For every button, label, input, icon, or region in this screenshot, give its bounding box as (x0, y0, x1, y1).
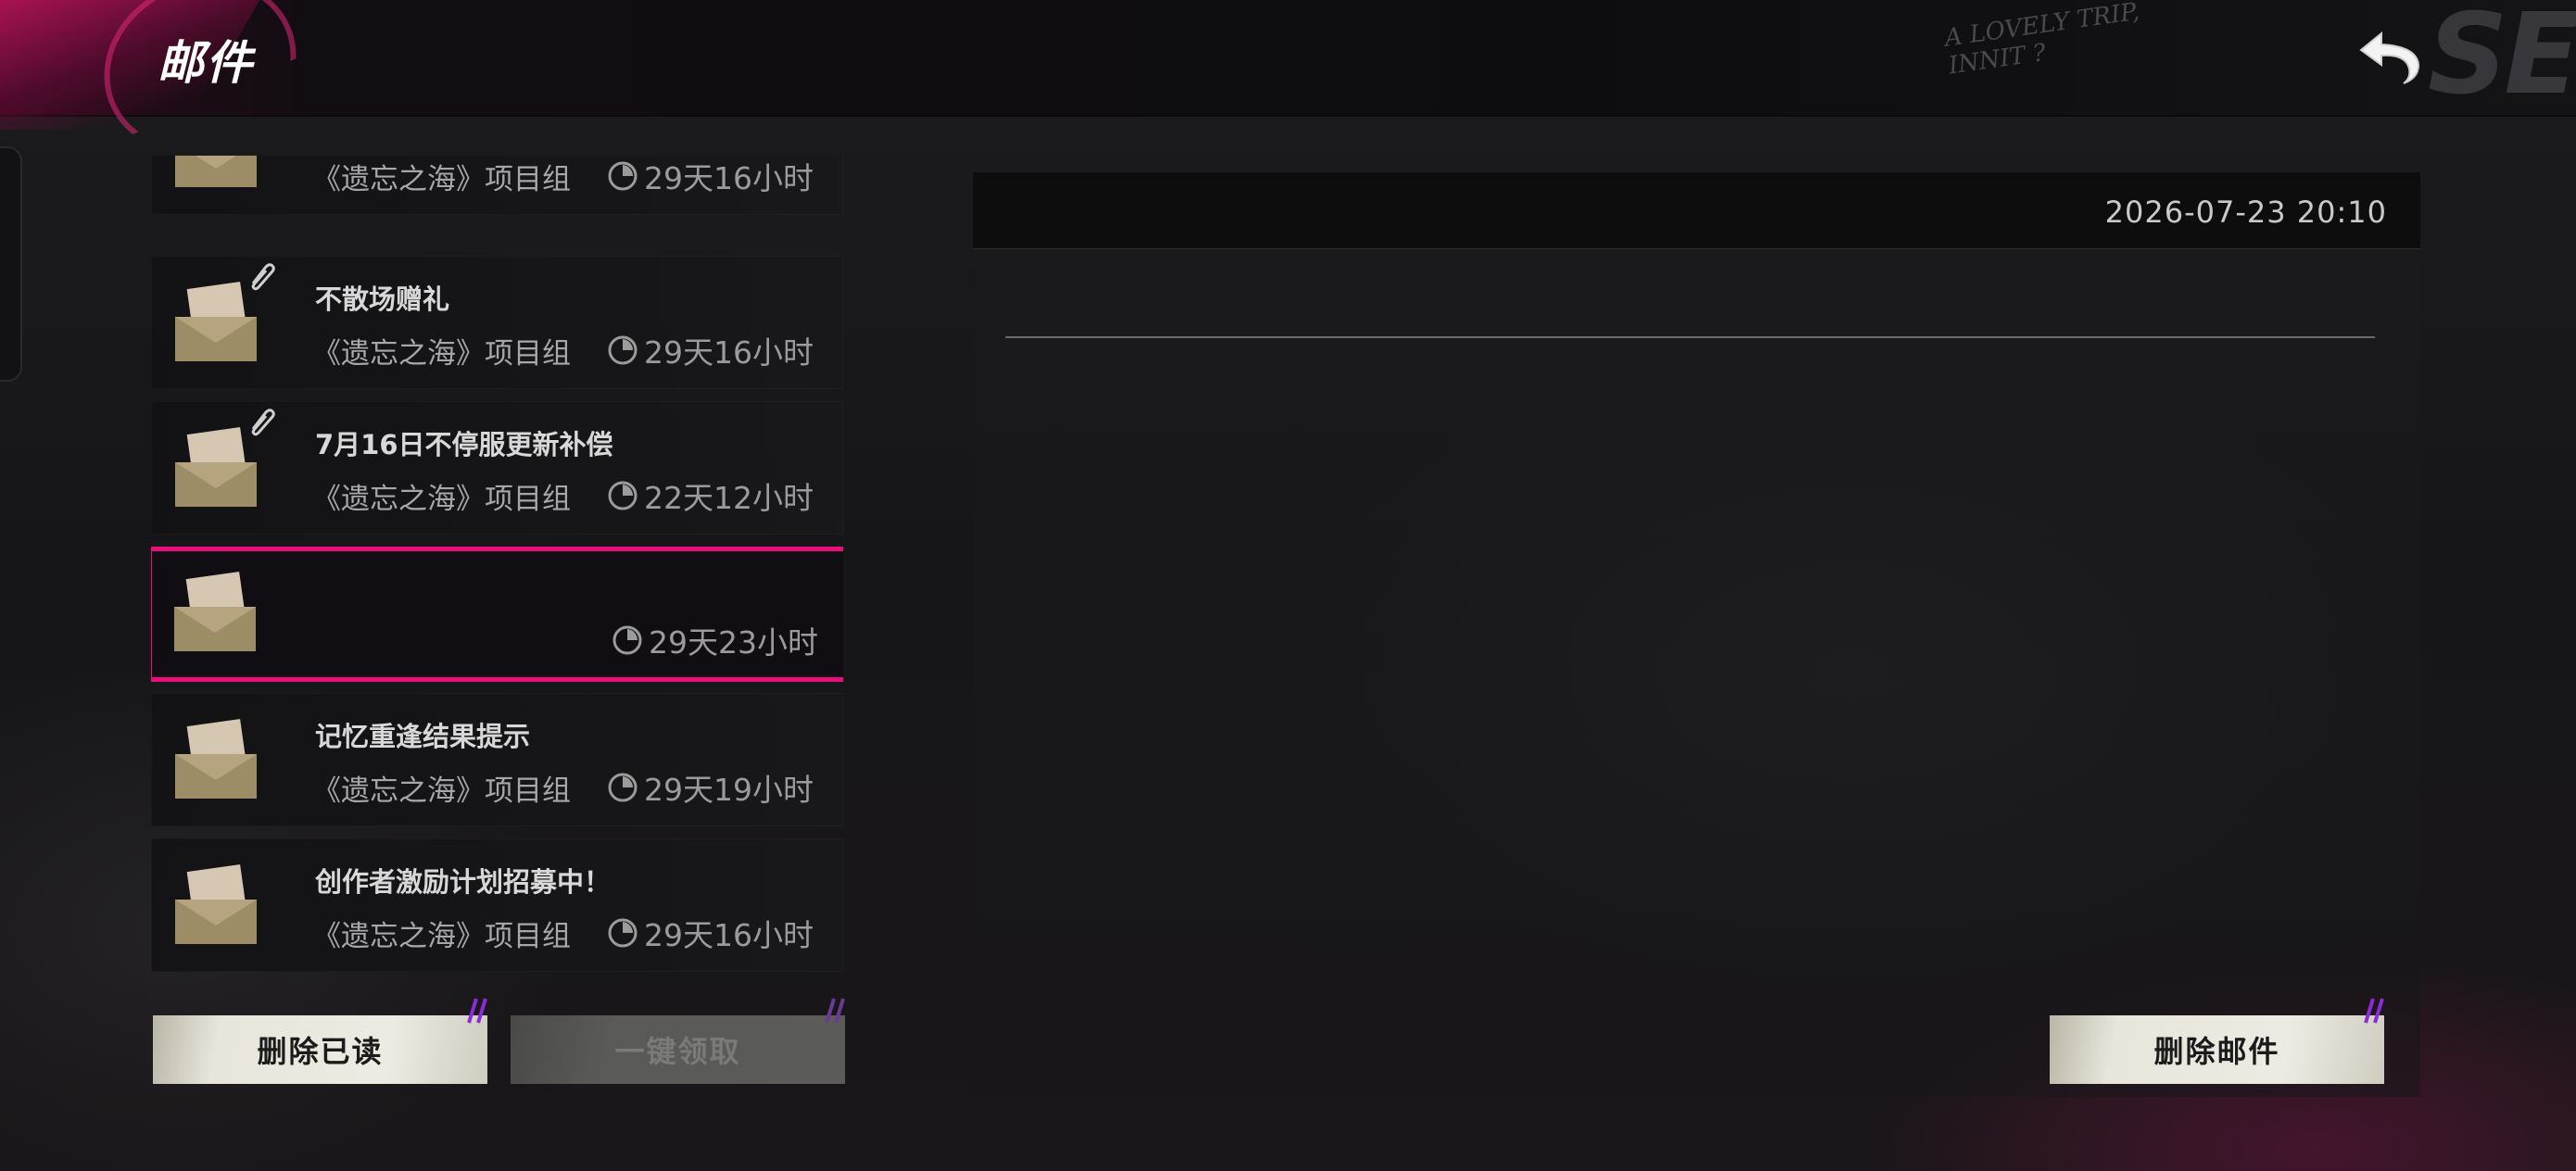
mail-expiry-text: 29天23小时 (649, 624, 818, 661)
clock-icon (608, 918, 638, 948)
mail-expiry: 29天16小时 (607, 911, 814, 955)
envelope-icon (175, 156, 257, 187)
clock-icon (608, 161, 638, 191)
button-accent-slash-icon (825, 998, 845, 1024)
mail-item[interactable]: 创作者激励计划招募中！ 《遗忘之海》项目组 29天16小时 (151, 838, 843, 972)
page-title: 邮件 (158, 36, 254, 90)
envelope-icon (175, 282, 257, 361)
mail-expiry-text: 29天16小时 (644, 160, 814, 196)
delete-mail-label: 删除邮件 (2153, 1034, 2280, 1069)
mail-date: 2026-07-23 20:10 (2104, 195, 2387, 230)
top-bar: 邮件 A LOVELY TRIP, INNIT ? SE (0, 0, 2576, 117)
button-accent-slash-icon (467, 998, 487, 1024)
mail-expiry: 29天19小时 (607, 765, 814, 810)
attachment-clip-icon (251, 409, 275, 436)
mail-expiry: 29天16小时 (607, 156, 814, 198)
mail-item[interactable]: 不散场赠礼 《遗忘之海》项目组 29天16小时 (151, 256, 843, 389)
mail-expiry-text: 22天12小时 (644, 480, 814, 516)
mail-title: 7月16日不停服更新补偿 (315, 429, 613, 460)
attachment-clip-icon (251, 263, 275, 291)
clock-icon (608, 773, 638, 802)
delete-mail-button[interactable]: 删除邮件 (2050, 998, 2384, 1084)
mail-title: 不散场赠礼 (315, 283, 450, 315)
clock-icon (608, 335, 638, 365)
envelope-icon (175, 719, 257, 799)
mail-expiry: 22天12小时 (607, 473, 814, 518)
delete-read-button[interactable]: 删除已读 (153, 998, 487, 1084)
mail-expiry: 29天23小时 (612, 618, 818, 662)
claim-all-label: 一键领取 (614, 1034, 741, 1069)
mail-sender: 《遗忘之海》项目组 (312, 163, 571, 196)
mail-sender: 《遗忘之海》项目组 (312, 483, 571, 516)
button-accent-slash-icon (2364, 998, 2384, 1024)
clock-icon (608, 481, 638, 510)
mail-title: 记忆重逢结果提示 (315, 721, 531, 752)
delete-read-label: 删除已读 (257, 1034, 384, 1069)
mail-sender: 《遗忘之海》项目组 (312, 774, 571, 808)
mail-sender: 《遗忘之海》项目组 (312, 337, 571, 371)
detail-divider (1005, 336, 2375, 338)
mail-expiry: 29天16小时 (607, 328, 814, 372)
mail-expiry-text: 29天16小时 (644, 917, 814, 953)
mail-list[interactable]: 《遗忘之海》项目组 29天16小时 不散场赠礼 《遗忘之海》项目组 29天16小… (151, 156, 843, 980)
mail-title: 创作者激励计划招募中！ (315, 866, 612, 898)
back-arrow-icon (2359, 31, 2420, 84)
clock-icon (612, 625, 642, 655)
mail-item[interactable]: 记忆重逢结果提示 《遗忘之海》项目组 29天19小时 (151, 693, 843, 826)
claim-all-button[interactable]: 一键领取 (511, 998, 845, 1084)
mail-expiry-text: 29天19小时 (644, 772, 814, 808)
envelope-icon (175, 864, 257, 944)
mail-expiry-text: 29天16小时 (644, 334, 814, 371)
mail-detail-panel: 2026-07-23 20:10 (973, 172, 2420, 1097)
side-drawer-tab[interactable] (0, 146, 22, 382)
mail-item-selected[interactable]: 29天23小时 (151, 547, 843, 682)
mail-item[interactable]: 7月16日不停服更新补偿 《遗忘之海》项目组 22天12小时 (151, 401, 843, 535)
envelope-icon (175, 427, 257, 507)
envelope-icon (174, 572, 256, 651)
background-logo-mark: SE (2428, 0, 2576, 120)
mail-sender: 《遗忘之海》项目组 (312, 920, 571, 953)
background-graffiti-text: A LOVELY TRIP, INNIT ? (1943, 0, 2145, 80)
mail-detail-header: 2026-07-23 20:10 (973, 172, 2420, 249)
back-button[interactable] (2354, 26, 2424, 85)
mail-item[interactable]: 《遗忘之海》项目组 29天16小时 (151, 156, 843, 215)
